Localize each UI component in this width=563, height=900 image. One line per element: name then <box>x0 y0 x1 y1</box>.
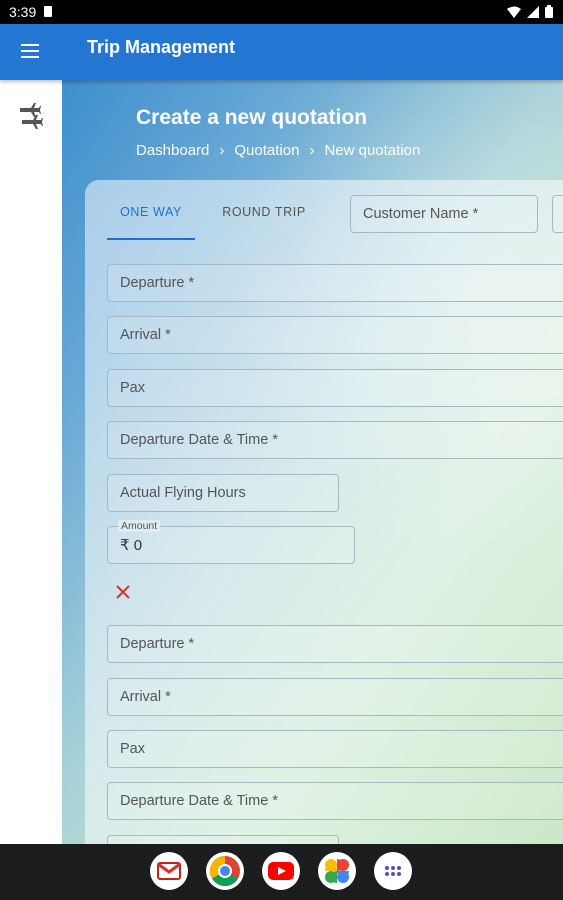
breadcrumb: Dashboard › Quotation › New quotation <box>136 142 420 159</box>
gmail-icon[interactable] <box>150 852 188 890</box>
flying-hours-field-2[interactable] <box>107 835 339 844</box>
system-nav-bar <box>0 844 563 900</box>
battery-icon <box>545 5 553 18</box>
flights-icon[interactable] <box>18 102 44 130</box>
departure-datetime-label: Departure Date & Time * <box>120 432 278 448</box>
pax-field[interactable]: Pax <box>107 369 563 407</box>
quotation-form-card: ONE WAY ROUND TRIP Customer Name * Depar… <box>85 180 563 844</box>
trip-type-tabs: ONE WAY ROUND TRIP <box>107 192 333 240</box>
departure-datetime-field[interactable]: Departure Date & Time * <box>107 421 563 459</box>
app-drawer-icon[interactable] <box>374 852 412 890</box>
amount-field[interactable]: Amount ₹ 0 <box>107 520 355 564</box>
wifi-icon <box>507 6 521 18</box>
status-bar: 3:39 <box>0 0 563 24</box>
departure-label: Departure * <box>120 275 195 291</box>
chevron-right-icon: › <box>219 142 225 159</box>
breadcrumb-current: New quotation <box>324 142 421 159</box>
status-time: 3:39 <box>9 4 37 20</box>
status-icons <box>507 5 553 18</box>
main-content: Create a new quotation Dashboard › Quota… <box>62 80 563 844</box>
departure-datetime-field-2[interactable]: Departure Date & Time * <box>107 782 563 820</box>
tab-one-way[interactable]: ONE WAY <box>107 192 195 240</box>
app-title: Trip Management <box>87 37 236 57</box>
departure-datetime-label-2: Departure Date & Time * <box>120 793 278 809</box>
menu-icon[interactable] <box>21 44 39 58</box>
departure-field[interactable]: Departure * <box>107 264 563 302</box>
pax-label: Pax <box>120 380 145 396</box>
amount-value: ₹ 0 <box>120 537 143 554</box>
chrome-icon[interactable] <box>206 852 244 890</box>
departure-label-2: Departure * <box>120 636 195 652</box>
arrival-field-2[interactable]: Arrival * <box>107 678 563 716</box>
sd-card-icon <box>44 6 52 17</box>
departure-field-2[interactable]: Departure * <box>107 625 563 663</box>
tab-round-trip[interactable]: ROUND TRIP <box>195 192 333 240</box>
photos-icon[interactable] <box>318 852 356 890</box>
youtube-icon[interactable] <box>262 852 300 890</box>
signal-icon <box>527 5 539 18</box>
chevron-right-icon: › <box>309 142 315 159</box>
app-dock <box>150 852 412 890</box>
arrival-label-2: Arrival * <box>120 689 171 705</box>
flying-hours-field[interactable]: Actual Flying Hours <box>107 474 339 512</box>
app-bar: Trip Management <box>0 24 563 80</box>
breadcrumb-quotation[interactable]: Quotation <box>234 142 299 159</box>
customer-name-label: Customer Name * <box>363 206 479 222</box>
arrival-field[interactable]: Arrival * <box>107 316 563 354</box>
customer-name-field[interactable]: Customer Name * <box>350 195 538 233</box>
pax-field-2[interactable]: Pax <box>107 730 563 768</box>
side-rail <box>0 80 62 844</box>
breadcrumb-dashboard[interactable]: Dashboard <box>136 142 209 159</box>
page-title: Create a new quotation <box>136 106 368 129</box>
pax-label-2: Pax <box>120 741 145 757</box>
secondary-field[interactable] <box>552 195 563 233</box>
close-icon[interactable] <box>115 584 131 600</box>
flying-hours-label: Actual Flying Hours <box>120 485 246 501</box>
amount-label: Amount <box>118 520 161 532</box>
arrival-label: Arrival * <box>120 327 171 343</box>
